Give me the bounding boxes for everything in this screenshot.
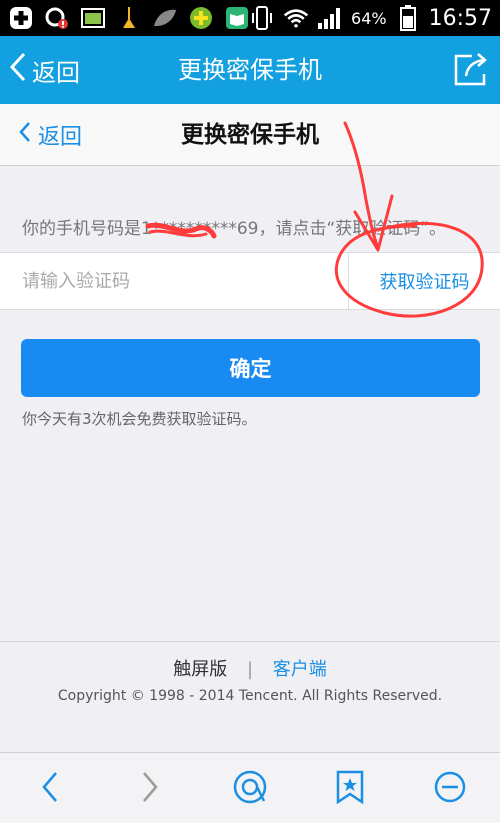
qq-browser-icon: [230, 767, 270, 811]
chevron-left-icon: [8, 51, 28, 89]
share-icon: [452, 53, 490, 92]
bookmark-button[interactable]: [328, 767, 372, 811]
clock: 16:57: [428, 5, 492, 31]
status-bar: 64% 16:57: [0, 0, 500, 36]
browser-home-button[interactable]: [228, 767, 272, 811]
leaf-icon: [152, 6, 178, 30]
footer-separator: |: [246, 659, 254, 680]
browser-toolbar: [0, 752, 500, 823]
bookmark-star-icon: [335, 770, 365, 808]
copyright: Copyright © 1998 - 2014 Tencent. All Rig…: [57, 688, 443, 704]
qq-notification-icon: [44, 6, 70, 30]
share-button[interactable]: [452, 52, 490, 88]
footer-divider: [0, 641, 500, 642]
battery-icon: [395, 5, 421, 31]
signal-icon: [317, 6, 343, 30]
phone-hint: 你的手机号码是1**********69，请点击“获取验证码”。: [22, 219, 447, 239]
verification-code-input[interactable]: [0, 253, 348, 309]
browser-forward-button[interactable]: [128, 767, 172, 811]
browser-back-button[interactable]: [28, 767, 72, 811]
touch-version-label: 触屏版: [173, 659, 228, 680]
battery-percent: 64%: [351, 8, 387, 28]
client-link[interactable]: 客户端: [273, 659, 327, 680]
broom-icon: [116, 6, 142, 30]
app-back-label: 返回: [32, 58, 80, 87]
menu-circle-icon: [433, 770, 467, 808]
security-app-icon: [188, 6, 214, 30]
app-back-button[interactable]: 返回: [8, 36, 80, 104]
vibrate-icon: [249, 6, 275, 30]
menu-button[interactable]: [428, 767, 472, 811]
footer-links: 触屏版 | 客户端: [0, 655, 500, 681]
page-nav-bar: 返回 更换密保手机: [0, 104, 500, 166]
book-app-icon: [224, 6, 250, 30]
confirm-button[interactable]: 确定: [21, 339, 480, 397]
calendar-icon: [80, 6, 106, 30]
page-back-label: 返回: [38, 125, 83, 150]
chevron-left-icon: [40, 770, 60, 808]
attempts-tip: 你今天有3次机会免费获取验证码。: [22, 410, 257, 428]
medical-cross-icon: [8, 6, 34, 30]
get-code-button[interactable]: 获取验证码: [348, 253, 500, 309]
verification-code-row: 获取验证码: [0, 252, 500, 310]
app-bar: 返回 更换密保手机: [0, 36, 500, 104]
chevron-left-icon: [18, 120, 32, 150]
page-back-link[interactable]: 返回: [18, 104, 82, 166]
wifi-icon: [283, 6, 309, 30]
chevron-right-icon: [140, 770, 160, 808]
